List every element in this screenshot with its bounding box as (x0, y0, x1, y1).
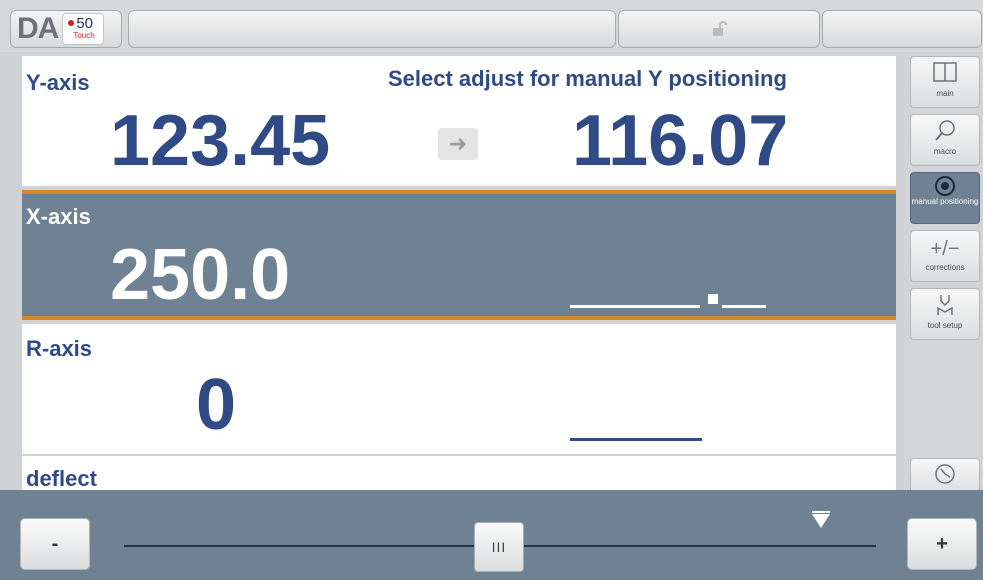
y-axis-panel[interactable]: Y-axis Select adjust for manual Y positi… (22, 56, 896, 186)
split-window-icon (911, 61, 979, 89)
top-bar: DA 50 Touch (0, 0, 983, 52)
sidebar-item-manual-positioning[interactable]: manual positioning (910, 172, 980, 224)
handwheel-icon (911, 175, 979, 197)
sidebar-item-tool-setup[interactable]: tool setup (910, 288, 980, 340)
plus-button[interactable]: + (907, 518, 977, 570)
arrow-right-icon: ➜ (438, 128, 478, 160)
plus-minus-icon: +/− (930, 238, 960, 260)
clock-icon (911, 463, 979, 491)
y-axis-label: Y-axis (26, 70, 90, 95)
status-field[interactable] (822, 10, 982, 48)
x-target-underline-int (570, 305, 700, 308)
slider-marker-icon (812, 514, 830, 528)
sidebar-item-label: main (936, 89, 954, 98)
sidebar-item-corrections[interactable]: +/− corrections (910, 230, 980, 282)
sidebar: main macro manual positioning +/− correc… (904, 56, 983, 496)
r-axis-label: R-axis (26, 336, 93, 361)
lock-button[interactable] (618, 10, 820, 48)
y-axis-target-value[interactable]: 116.07 (572, 100, 788, 182)
punch-die-icon (911, 293, 979, 321)
x-target-decimal-dot (708, 294, 718, 304)
logo-model: 50 (76, 15, 94, 32)
magnifier-icon (911, 119, 979, 147)
x-axis-actual-value: 250.0 (110, 235, 291, 315)
sidebar-item-label: corrections (925, 263, 965, 272)
slider-thumb[interactable]: III (474, 522, 524, 572)
deflect-label: deflect (26, 466, 97, 491)
sidebar-item-label: macro (933, 147, 957, 156)
sidebar-item-main[interactable]: main (910, 56, 980, 108)
sidebar-item-label: tool setup (927, 321, 963, 330)
sidebar-item-macro[interactable]: macro (910, 114, 980, 166)
minus-button[interactable]: - (20, 518, 90, 570)
r-axis-actual-value: 0 (196, 365, 237, 445)
x-axis-target-input[interactable] (570, 260, 770, 310)
logo-text: DA (17, 12, 59, 45)
slider-marker-line (812, 511, 830, 513)
y-axis-message: Select adjust for manual Y positioning (388, 66, 787, 91)
x-axis-panel[interactable]: X-axis 250.0 (22, 190, 896, 320)
logo-sub: Touch (73, 31, 95, 40)
logo-button[interactable]: DA 50 Touch (10, 10, 122, 48)
r-axis-panel[interactable]: R-axis 0 (22, 324, 896, 454)
logo-dot (68, 20, 75, 26)
r-axis-target-input[interactable] (570, 438, 702, 441)
title-field[interactable] (128, 10, 616, 48)
x-target-underline-dec (722, 305, 766, 308)
logo-badge: 50 Touch (62, 13, 105, 45)
y-axis-actual-value: 123.45 (110, 101, 331, 181)
sidebar-item-label: manual positioning (911, 197, 979, 206)
bottom-bar: - III + (0, 490, 983, 580)
unlock-icon (713, 21, 727, 36)
x-axis-label: X-axis (26, 204, 91, 229)
